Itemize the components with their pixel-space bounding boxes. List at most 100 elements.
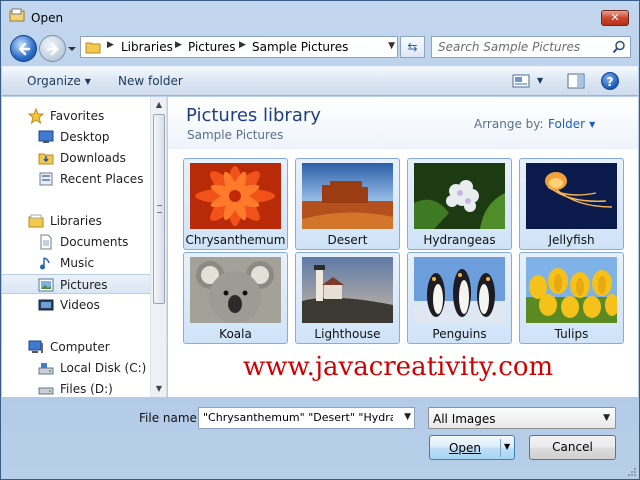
nav-item-documents[interactable]: Documents — [2, 232, 150, 252]
address-bar[interactable]: ▶ Libraries ▶ Pictures ▶ Sample Pictures… — [80, 36, 398, 58]
breadcrumb-separator-icon[interactable]: ▶ — [239, 40, 246, 50]
view-options-chevron-icon[interactable]: ▼ — [537, 76, 543, 85]
nav-item-label: Documents — [60, 235, 129, 249]
videos-icon — [38, 299, 54, 311]
close-button[interactable]: ✕ — [601, 10, 629, 26]
nav-computer[interactable]: Computer — [2, 337, 150, 357]
file-thumbnail-jellyfish[interactable]: Jellyfish — [519, 158, 624, 250]
recent-pages-dropdown-icon[interactable] — [67, 44, 77, 54]
nav-favorites-label: Favorites — [50, 109, 105, 123]
change-view-icon[interactable] — [512, 74, 530, 88]
nav-favorites[interactable]: Favorites — [2, 106, 150, 126]
scrollbar-thumb[interactable] — [153, 114, 165, 304]
file-type-select[interactable]: All Images ▼ — [428, 407, 616, 429]
resize-grip-icon[interactable] — [627, 467, 637, 477]
search-input[interactable] — [438, 40, 608, 54]
chevron-down-icon: ▼ — [603, 413, 610, 423]
breadcrumb-libraries[interactable]: Libraries — [121, 40, 173, 54]
file-name-label: Penguins — [432, 327, 487, 341]
open-button-label: Open — [448, 441, 482, 455]
library-subtitle: Sample Pictures — [187, 128, 284, 142]
forward-button[interactable] — [39, 35, 66, 62]
nav-item-downloads[interactable]: Downloads — [2, 148, 150, 168]
hydrangeas-image — [414, 163, 505, 229]
drive-icon — [38, 387, 54, 395]
music-note-icon — [40, 257, 50, 270]
nav-item-music[interactable]: Music — [2, 253, 150, 273]
file-thumbnail-chrysanthemum[interactable]: Chrysanthemum — [183, 158, 288, 250]
help-icon[interactable]: ? — [601, 72, 619, 90]
nav-item-desktop[interactable]: Desktop — [2, 127, 150, 147]
new-folder-button[interactable]: New folder — [118, 74, 183, 88]
chevron-down-icon: ▼ — [84, 77, 91, 86]
file-name-label: Tulips — [554, 327, 589, 341]
refresh-icon: ⇆ — [407, 40, 418, 54]
nav-libraries[interactable]: Libraries — [2, 211, 150, 231]
address-dropdown-icon[interactable]: ▼ — [388, 41, 395, 51]
file-thumbnail-hydrangeas[interactable]: Hydrangeas — [407, 158, 512, 250]
nav-item-pictures[interactable]: Pictures — [2, 274, 150, 294]
watermark-text: www.javacreativity.com — [243, 352, 554, 382]
open-dialog-icon — [9, 8, 25, 22]
scroll-down-icon[interactable]: ▼ — [151, 381, 166, 397]
window-title: Open — [31, 11, 64, 25]
open-options-chevron-icon[interactable]: ▼ — [504, 442, 510, 451]
organize-label: Organize — [27, 74, 81, 88]
arrange-by-dropdown[interactable]: Folder ▼ — [548, 117, 595, 131]
jellyfish-image — [526, 163, 617, 229]
scrollbar-grip-icon — [157, 205, 162, 213]
file-name-label: File name: — [139, 411, 201, 425]
file-thumbnail-tulips[interactable]: Tulips — [519, 252, 624, 344]
pictures-icon — [38, 278, 54, 292]
file-thumbnail-koala[interactable]: Koala — [183, 252, 288, 344]
title-bar[interactable]: Open ✕ — [1, 1, 639, 29]
file-name-dropdown-icon[interactable]: ▼ — [404, 412, 411, 422]
penguins-image — [414, 257, 505, 323]
breadcrumb-sample-pictures[interactable]: Sample Pictures — [252, 40, 348, 54]
nav-item-videos[interactable]: Videos — [2, 295, 150, 315]
file-name-combobox[interactable]: ▼ — [198, 407, 415, 429]
downloads-folder-icon — [38, 153, 54, 165]
open-button[interactable]: Open ▼ — [429, 435, 515, 460]
breadcrumb-pictures[interactable]: Pictures — [188, 40, 236, 54]
back-arrow-icon — [18, 42, 31, 56]
refresh-button[interactable]: ⇆ — [400, 36, 425, 58]
cancel-button[interactable]: Cancel — [529, 435, 616, 460]
nav-item-files-d[interactable]: Files (D:) — [2, 379, 150, 397]
file-list-pane: Pictures library Sample Pictures Arrange… — [168, 97, 638, 397]
file-name-input[interactable] — [203, 411, 393, 424]
breadcrumb-separator-icon[interactable]: ▶ — [107, 40, 114, 50]
file-name-label: Koala — [219, 327, 252, 341]
desert-image — [302, 163, 393, 229]
lighthouse-image — [302, 257, 393, 323]
star-icon — [28, 108, 44, 124]
preview-pane-icon[interactable] — [567, 73, 585, 89]
navigation-scrollbar[interactable]: ▲ ▼ — [150, 97, 166, 397]
navigation-pane: Favorites Desktop Downloads Recent Place… — [2, 97, 167, 397]
file-name-label: Chrysanthemum — [185, 233, 286, 247]
nav-item-label: Pictures — [60, 278, 108, 292]
file-thumbnail-desert[interactable]: Desert — [295, 158, 400, 250]
breadcrumb-separator-icon[interactable]: ▶ — [175, 40, 182, 50]
search-icon[interactable] — [612, 40, 626, 54]
nav-item-recent-places[interactable]: Recent Places — [2, 169, 150, 189]
koala-image — [190, 257, 281, 323]
computer-icon — [28, 340, 43, 353]
nav-item-local-disk-c[interactable]: Local Disk (C:) — [2, 358, 150, 378]
documents-icon — [40, 234, 52, 250]
nav-item-label: Files (D:) — [60, 382, 113, 396]
search-box[interactable] — [431, 36, 631, 58]
file-thumbnail-lighthouse[interactable]: Lighthouse — [295, 252, 400, 344]
scroll-up-icon[interactable]: ▲ — [151, 97, 166, 113]
chrysanthemum-image — [190, 163, 281, 229]
nav-item-label: Recent Places — [60, 172, 144, 186]
organize-button[interactable]: Organize ▼ — [27, 74, 91, 88]
file-thumbnail-penguins[interactable]: Penguins — [407, 252, 512, 344]
recent-places-icon — [39, 172, 53, 186]
arrange-by-label: Arrange by: — [474, 117, 544, 131]
back-button[interactable] — [10, 35, 37, 62]
nav-item-label: Downloads — [60, 151, 126, 165]
file-name-label: Jellyfish — [548, 233, 595, 247]
file-name-label: Lighthouse — [314, 327, 381, 341]
open-dialog: Open ✕ ▶ Libraries ▶ Pictures ▶ Sample P… — [0, 0, 640, 480]
